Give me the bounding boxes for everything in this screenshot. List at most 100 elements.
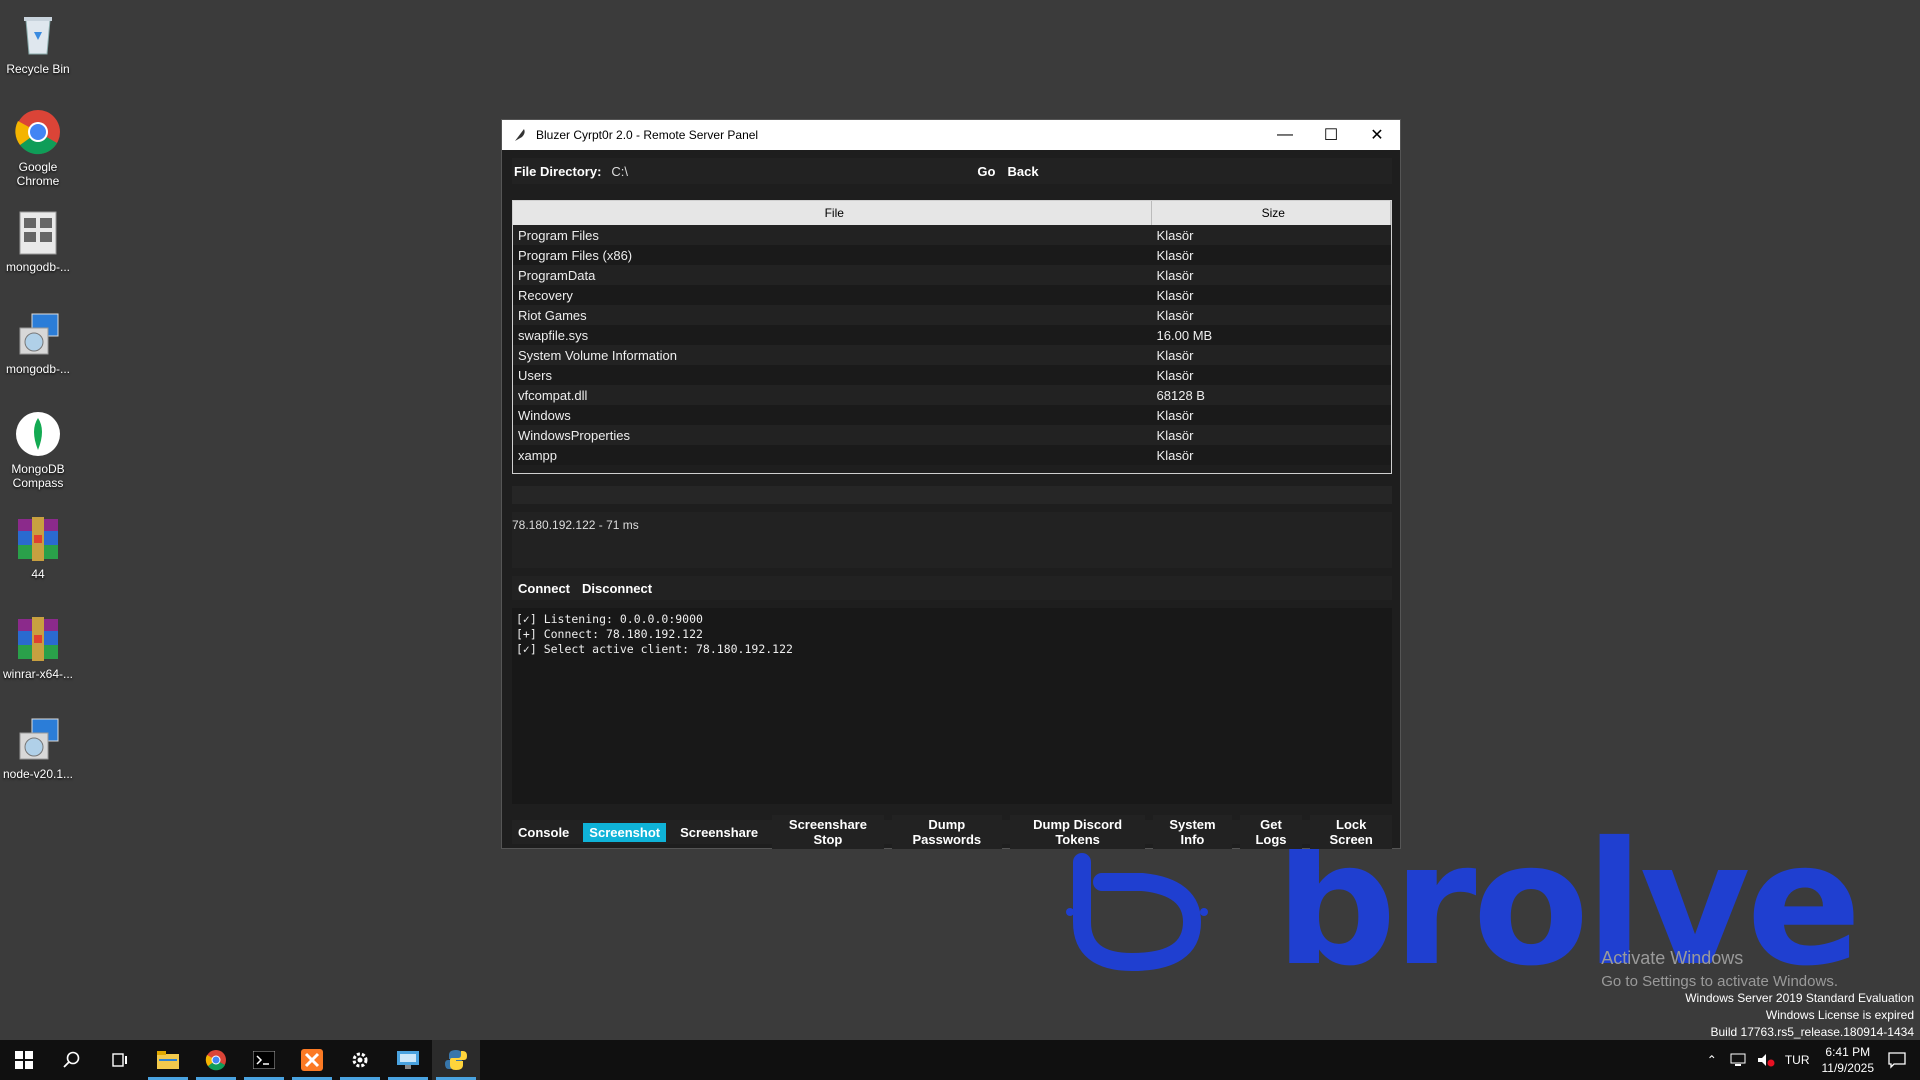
taskbar-xampp[interactable]	[288, 1040, 336, 1080]
brolve-logo-icon	[1066, 853, 1208, 972]
taskbar-file-explorer[interactable]	[144, 1040, 192, 1080]
file-size-cell: Klasör	[1156, 227, 1194, 243]
volume-muted-icon[interactable]	[1757, 1053, 1775, 1067]
dump-passwords-button[interactable]: Dump Passwords	[891, 815, 1002, 849]
back-button[interactable]: Back	[1001, 161, 1045, 181]
desktop-icon[interactable]: winrar-x64-...	[0, 615, 76, 681]
desktop-icon[interactable]: mongodb-...	[0, 208, 76, 274]
file-table-header: File Size	[513, 201, 1391, 225]
table-row[interactable]: System Volume Information Klasör	[513, 345, 1391, 365]
winver-line3: Build 17763.rs5_release.180914-1434	[1710, 1025, 1915, 1039]
desktop-icon[interactable]: Recycle Bin	[0, 10, 76, 76]
system-tray: ⌃ TUR 6:41 PM 11/9/2025	[1707, 1040, 1920, 1080]
file-explorer-icon	[157, 1051, 179, 1069]
go-button[interactable]: Go	[971, 161, 1002, 181]
file-name-cell: ProgramData	[518, 267, 596, 283]
file-name-cell: System Volume Information	[518, 347, 677, 363]
taskbar-python[interactable]	[432, 1040, 480, 1080]
taskbar-settings[interactable]	[336, 1040, 384, 1080]
table-row[interactable]: xampp Klasör	[513, 445, 1391, 465]
table-row[interactable]: ProgramData Klasör	[513, 265, 1391, 285]
file-table-body: Program Files Klasör Program Files (x86) Kl…	[513, 225, 1391, 465]
setup-icon	[14, 310, 62, 358]
file-name-cell: xampp	[518, 447, 558, 463]
desktop-icon[interactable]: Google Chrome	[0, 108, 76, 188]
desktop-icon[interactable]: mongodb-...	[0, 310, 76, 376]
title-bar[interactable]: Bluzer Cyrpt0r 2.0 - Remote Server Panel…	[502, 120, 1400, 150]
remote-server-panel-window: Bluzer Cyrpt0r 2.0 - Remote Server Panel…	[501, 119, 1401, 849]
close-icon: ✕	[1370, 127, 1384, 144]
connection-bar: Connect Disconnect	[512, 576, 1392, 600]
table-row[interactable]: Program Files Klasör	[513, 225, 1391, 245]
notification-icon[interactable]	[1888, 1051, 1906, 1069]
table-row[interactable]: swapfile.sys 16.00 MB	[513, 325, 1391, 345]
system-info-button[interactable]: System Info	[1153, 815, 1232, 849]
screenshare-button[interactable]: Screenshare	[674, 822, 765, 842]
chevron-up-icon[interactable]: ⌃	[1707, 1053, 1717, 1067]
installer-icon	[14, 208, 62, 256]
search-icon	[63, 1051, 80, 1068]
file-name-cell: Windows	[518, 407, 571, 423]
get-logs-button[interactable]: Get Logs	[1239, 815, 1303, 849]
file-size-cell: 16.00 MB	[1156, 327, 1213, 343]
screenshot-button[interactable]: Screenshot	[583, 822, 667, 842]
table-row[interactable]: Users Klasör	[513, 365, 1391, 385]
feather-icon	[515, 129, 525, 141]
desktop-icon-label: node-v20.1...	[2, 767, 74, 781]
taskbar-remote-desktop[interactable]	[384, 1040, 432, 1080]
lock-screen-button[interactable]: Lock Screen	[1310, 815, 1392, 849]
file-directory-input[interactable]: C:\	[611, 164, 971, 179]
table-row[interactable]: vfcompat.dll 68128 B	[513, 385, 1391, 405]
activate-windows-watermark: Activate Windows Go to Settings to activ…	[1601, 948, 1838, 990]
command-toolbar: Console Screenshot Screenshare Screenshare …	[512, 815, 1392, 849]
file-size-cell: Klasör	[1156, 447, 1194, 463]
file-directory-bar: File Directory: C:\ Go Back	[512, 158, 1392, 184]
file-size-cell: Klasör	[1156, 347, 1194, 363]
taskbar: ⌃ TUR 6:41 PM 11/9/2025	[0, 1040, 1920, 1080]
console-output[interactable]: [✓] Listening: 0.0.0.0:9000 [+] Connect: …	[512, 608, 1392, 804]
file-directory-label: File Directory:	[514, 163, 602, 179]
file-name-cell: Riot Games	[518, 307, 587, 323]
windows-version-watermark: Windows Server 2019 Standard Evaluation …	[1685, 990, 1914, 1041]
file-name-cell: swapfile.sys	[518, 327, 589, 343]
clock-time: 6:41 PM	[1825, 1045, 1871, 1059]
table-row[interactable]: WindowsProperties Klasör	[513, 425, 1391, 445]
input-language[interactable]: TUR	[1785, 1053, 1810, 1067]
clock-date: 11/9/2025	[1821, 1061, 1875, 1075]
table-row[interactable]: Recovery Klasör	[513, 285, 1391, 305]
start-button[interactable]	[0, 1040, 48, 1080]
maximize-button[interactable]: ☐	[1308, 120, 1354, 150]
console-line: [+] Connect: 78.180.192.122	[516, 627, 703, 641]
screenshare-stop-button[interactable]: Screenshare Stop	[772, 815, 884, 849]
table-row[interactable]: Riot Games Klasör	[513, 305, 1391, 325]
desktop-icon-label: mongodb-...	[5, 260, 71, 274]
desktop-icon-label: 44	[31, 567, 45, 581]
maximize-icon: ☐	[1323, 127, 1339, 144]
desktop-icon[interactable]: MongoDB Compass	[0, 410, 76, 490]
dump-discord-tokens-button[interactable]: Dump Discord Tokens	[1009, 815, 1146, 849]
disconnect-button[interactable]: Disconnect	[576, 578, 659, 598]
column-header-size[interactable]: Size	[1152, 201, 1391, 225]
desktop-icon[interactable]: node-v20.1...	[0, 715, 76, 781]
console-button[interactable]: Console	[512, 822, 576, 842]
file-size-cell: 68128 B	[1156, 387, 1205, 403]
task-view-icon	[112, 1053, 127, 1067]
connect-button[interactable]: Connect	[512, 578, 576, 598]
table-row[interactable]: Program Files (x86) Klasör	[513, 245, 1391, 265]
close-button[interactable]: ✕	[1354, 120, 1400, 150]
minimize-button[interactable]: —	[1262, 120, 1308, 150]
taskbar-chrome[interactable]	[192, 1040, 240, 1080]
activate-title: Activate Windows	[1601, 948, 1744, 968]
taskbar-terminal[interactable]	[240, 1040, 288, 1080]
desktop-icon-label: winrar-x64-...	[2, 667, 73, 681]
network-icon[interactable]	[1729, 1053, 1747, 1067]
task-view-button[interactable]	[96, 1040, 144, 1080]
file-name-cell: WindowsProperties	[518, 427, 630, 443]
desktop-icon[interactable]: 44	[0, 515, 76, 581]
clock[interactable]: 6:41 PM 11/9/2025	[1822, 1044, 1875, 1076]
column-header-file[interactable]: File	[513, 201, 1152, 225]
search-button[interactable]	[48, 1040, 96, 1080]
chrome-icon	[14, 108, 62, 156]
table-row[interactable]: Windows Klasör	[513, 405, 1391, 425]
file-size-cell: Klasör	[1156, 267, 1194, 283]
